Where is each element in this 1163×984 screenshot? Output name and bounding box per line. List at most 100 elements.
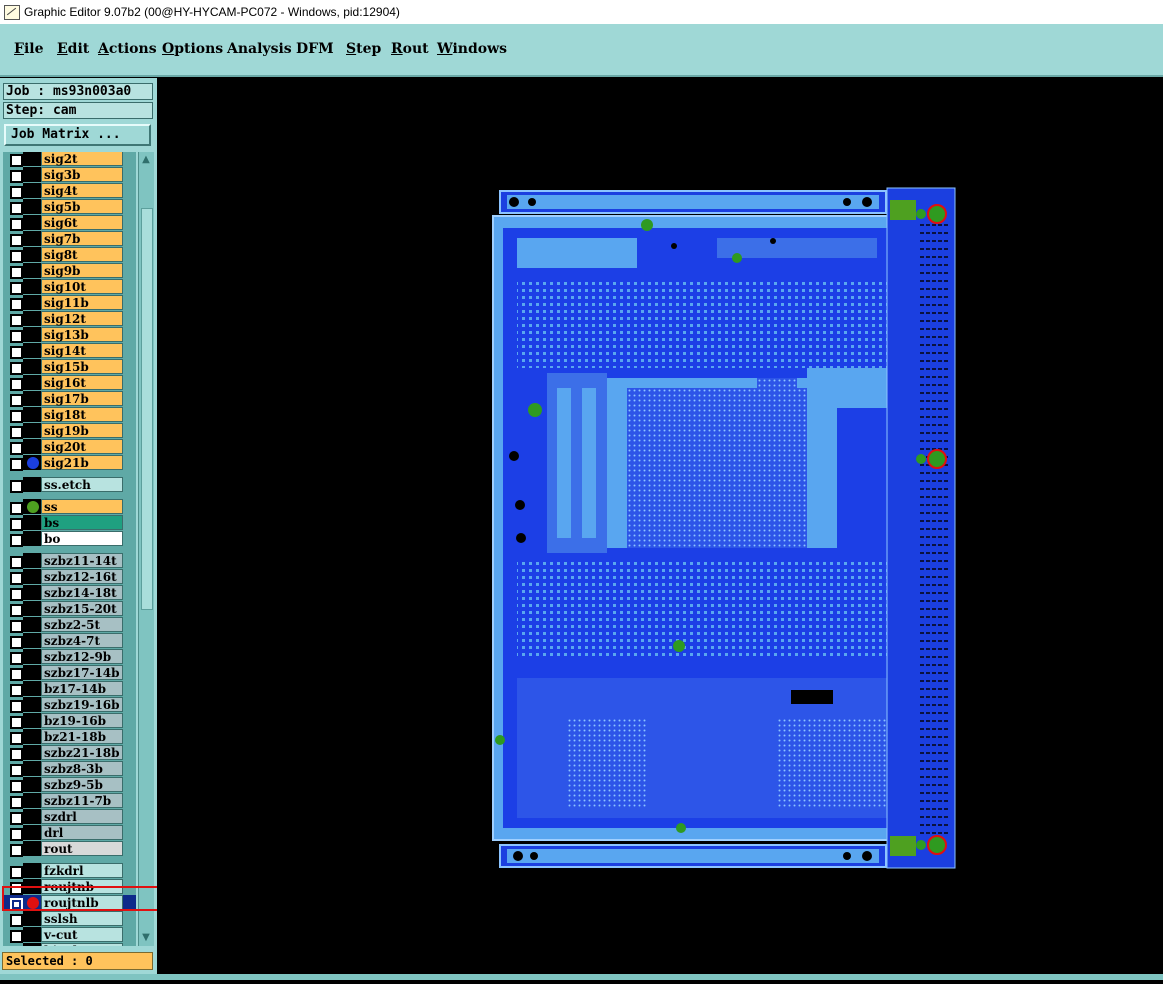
layer-checkbox[interactable]: [10, 458, 23, 471]
layer-checkbox[interactable]: [10, 812, 23, 825]
menu-windows[interactable]: Windows: [437, 41, 507, 57]
layer-row-szbz14-18t[interactable]: szbz14-18t: [3, 585, 136, 601]
menu-edit[interactable]: Edit: [57, 41, 89, 57]
layer-checkbox[interactable]: [10, 362, 23, 375]
layer-row-drl[interactable]: drl: [3, 825, 136, 841]
layer-checkbox[interactable]: [10, 930, 23, 943]
scroll-up-arrow-icon[interactable]: ▲: [140, 154, 152, 166]
layer-row-sig20t[interactable]: sig20t: [3, 439, 136, 455]
layer-checkbox[interactable]: [10, 636, 23, 649]
layer-row-sig19b[interactable]: sig19b: [3, 423, 136, 439]
layer-checkbox[interactable]: [10, 764, 23, 777]
menu-actions[interactable]: Actions: [98, 41, 157, 57]
layer-checkbox[interactable]: [10, 266, 23, 279]
layer-checkbox[interactable]: [10, 234, 23, 247]
layer-checkbox[interactable]: [10, 748, 23, 761]
layer-checkbox[interactable]: [10, 588, 23, 601]
layer-row-szbz15-20t[interactable]: szbz15-20t: [3, 601, 136, 617]
scroll-thumb[interactable]: [141, 208, 153, 610]
layer-row-bz21-18b[interactable]: bz21-18b: [3, 729, 136, 745]
layer-row-szbz21-18b[interactable]: szbz21-18b: [3, 745, 136, 761]
bottom-scrollbar[interactable]: [0, 974, 1163, 980]
layer-row-bs[interactable]: bs: [3, 515, 136, 531]
layer-checkbox[interactable]: [10, 668, 23, 681]
layer-row-sig5b[interactable]: sig5b: [3, 199, 136, 215]
layer-row-ss.etch[interactable]: ss.etch: [3, 477, 136, 493]
layer-checkbox[interactable]: [10, 914, 23, 927]
layer-row-sig17b[interactable]: sig17b: [3, 391, 136, 407]
layer-checkbox[interactable]: [10, 298, 23, 311]
layer-checkbox[interactable]: [10, 652, 23, 665]
layer-checkbox[interactable]: [10, 844, 23, 857]
graphic-canvas[interactable]: [157, 78, 1163, 980]
layer-row-szbz17-14b[interactable]: szbz17-14b: [3, 665, 136, 681]
menu-rout[interactable]: Rout: [391, 41, 429, 57]
layer-checkbox[interactable]: [10, 314, 23, 327]
layer-row-fzkdrl[interactable]: fzkdrl: [3, 863, 136, 879]
layer-row-ss[interactable]: ss: [3, 499, 136, 515]
job-matrix-button[interactable]: Job Matrix ...: [4, 124, 151, 146]
layer-checkbox[interactable]: [10, 572, 23, 585]
layer-row-sig10t[interactable]: sig10t: [3, 279, 136, 295]
menu-step[interactable]: Step: [346, 41, 381, 57]
layer-row-szbz2-5t[interactable]: szbz2-5t: [3, 617, 136, 633]
menu-analysis[interactable]: Analysis: [227, 41, 292, 57]
layer-row-szbz11-14t[interactable]: szbz11-14t: [3, 553, 136, 569]
layer-checkbox[interactable]: [10, 410, 23, 423]
layer-row-sig7b[interactable]: sig7b: [3, 231, 136, 247]
layer-checkbox[interactable]: [10, 700, 23, 713]
layer-row-szbz19-16b[interactable]: szbz19-16b: [3, 697, 136, 713]
layer-checkbox[interactable]: [10, 202, 23, 215]
layer-row-sig2t[interactable]: sig2t: [3, 152, 136, 167]
menu-file[interactable]: File: [14, 41, 44, 57]
layer-checkbox[interactable]: [10, 186, 23, 199]
layer-row-sig15b[interactable]: sig15b: [3, 359, 136, 375]
layer-row-sig6t[interactable]: sig6t: [3, 215, 136, 231]
layer-row-sig13b[interactable]: sig13b: [3, 327, 136, 343]
layer-row-szbz11-7b[interactable]: szbz11-7b: [3, 793, 136, 809]
layer-list-scrollbar[interactable]: ▲ ▼: [138, 152, 154, 946]
layer-row-bz19-16b[interactable]: bz19-16b: [3, 713, 136, 729]
layer-row-sig4t[interactable]: sig4t: [3, 183, 136, 199]
layer-checkbox[interactable]: [10, 604, 23, 617]
layer-checkbox[interactable]: [10, 828, 23, 841]
layer-row-hjaobu[interactable]: hjaobu: [3, 943, 136, 946]
layer-row-sig14t[interactable]: sig14t: [3, 343, 136, 359]
layer-checkbox[interactable]: [10, 218, 23, 231]
layer-row-sig8t[interactable]: sig8t: [3, 247, 136, 263]
layer-checkbox[interactable]: [10, 556, 23, 569]
layer-checkbox[interactable]: [10, 620, 23, 633]
menu-dfm[interactable]: DFM: [296, 41, 334, 57]
layer-checkbox[interactable]: [10, 866, 23, 879]
layer-row-sig16t[interactable]: sig16t: [3, 375, 136, 391]
layer-row-sig12t[interactable]: sig12t: [3, 311, 136, 327]
layer-checkbox[interactable]: [10, 378, 23, 391]
layer-checkbox[interactable]: [10, 250, 23, 263]
layer-checkbox[interactable]: [10, 442, 23, 455]
layer-row-rout[interactable]: rout: [3, 841, 136, 857]
layer-row-szbz12-16t[interactable]: szbz12-16t: [3, 569, 136, 585]
layer-checkbox[interactable]: [10, 796, 23, 809]
layer-row-v-cut[interactable]: v-cut: [3, 927, 136, 943]
layer-row-szbz12-9b[interactable]: szbz12-9b: [3, 649, 136, 665]
layer-checkbox[interactable]: [10, 502, 23, 515]
layer-row-sig3b[interactable]: sig3b: [3, 167, 136, 183]
layer-row-szdrl[interactable]: szdrl: [3, 809, 136, 825]
layer-row-sig9b[interactable]: sig9b: [3, 263, 136, 279]
layer-checkbox[interactable]: [10, 426, 23, 439]
layer-checkbox[interactable]: [10, 534, 23, 547]
layer-checkbox[interactable]: [10, 154, 23, 167]
layer-checkbox[interactable]: [10, 780, 23, 793]
scroll-down-arrow-icon[interactable]: ▼: [140, 932, 152, 944]
layer-checkbox[interactable]: [10, 282, 23, 295]
layer-checkbox[interactable]: [10, 330, 23, 343]
layer-checkbox[interactable]: [10, 346, 23, 359]
layer-checkbox[interactable]: [10, 684, 23, 697]
layer-row-sig21b[interactable]: sig21b: [3, 455, 136, 471]
layer-row-szbz4-7t[interactable]: szbz4-7t: [3, 633, 136, 649]
layer-checkbox[interactable]: [10, 170, 23, 183]
layer-row-sig18t[interactable]: sig18t: [3, 407, 136, 423]
menu-options[interactable]: Options: [162, 41, 223, 57]
layer-row-sig11b[interactable]: sig11b: [3, 295, 136, 311]
layer-checkbox[interactable]: [10, 480, 23, 493]
